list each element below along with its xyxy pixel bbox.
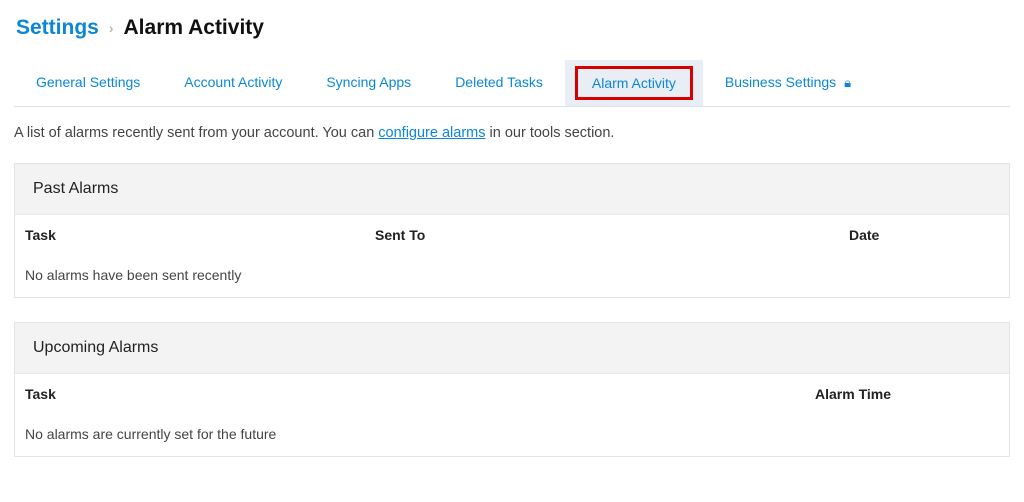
tab-alarm-activity[interactable]: Alarm Activity [565, 60, 703, 106]
configure-alarms-link[interactable]: configure alarms [378, 125, 485, 141]
past-col-sent-to: Sent To [375, 227, 849, 243]
past-col-date: Date [849, 227, 999, 243]
tab-deleted-tasks[interactable]: Deleted Tasks [433, 60, 565, 106]
tab-syncing-apps[interactable]: Syncing Apps [304, 60, 433, 106]
breadcrumb: Settings › Alarm Activity [14, 16, 1010, 40]
upcoming-col-task: Task [25, 386, 815, 402]
tab-account-activity[interactable]: Account Activity [162, 60, 304, 106]
past-alarms-table-header: Task Sent To Date [15, 214, 1009, 255]
upcoming-alarms-table-header: Task Alarm Time [15, 373, 1009, 414]
tab-alarm-activity-highlight: Alarm Activity [575, 66, 693, 100]
tab-business-settings-label: Business Settings [725, 74, 836, 90]
upcoming-alarms-panel: Upcoming Alarms Task Alarm Time No alarm… [14, 322, 1010, 457]
description-prefix: A list of alarms recently sent from your… [14, 125, 378, 141]
chevron-right-icon: › [109, 20, 114, 36]
breadcrumb-settings-link[interactable]: Settings [16, 16, 99, 40]
breadcrumb-current: Alarm Activity [124, 16, 264, 40]
page-description: A list of alarms recently sent from your… [14, 125, 1010, 141]
upcoming-alarms-empty: No alarms are currently set for the futu… [15, 414, 1009, 456]
description-suffix: in our tools section. [485, 125, 614, 141]
past-alarms-title: Past Alarms [15, 164, 1009, 214]
past-col-task: Task [25, 227, 375, 243]
upcoming-alarms-title: Upcoming Alarms [15, 323, 1009, 373]
tab-business-settings[interactable]: Business Settings 🔒︎ [703, 60, 873, 106]
lock-icon: 🔒︎ [844, 75, 851, 90]
upcoming-col-alarm-time: Alarm Time [815, 386, 975, 402]
past-alarms-panel: Past Alarms Task Sent To Date No alarms … [14, 163, 1010, 298]
tab-general-settings[interactable]: General Settings [14, 60, 162, 106]
settings-tabs: General Settings Account Activity Syncin… [14, 60, 1010, 107]
past-alarms-empty: No alarms have been sent recently [15, 255, 1009, 297]
